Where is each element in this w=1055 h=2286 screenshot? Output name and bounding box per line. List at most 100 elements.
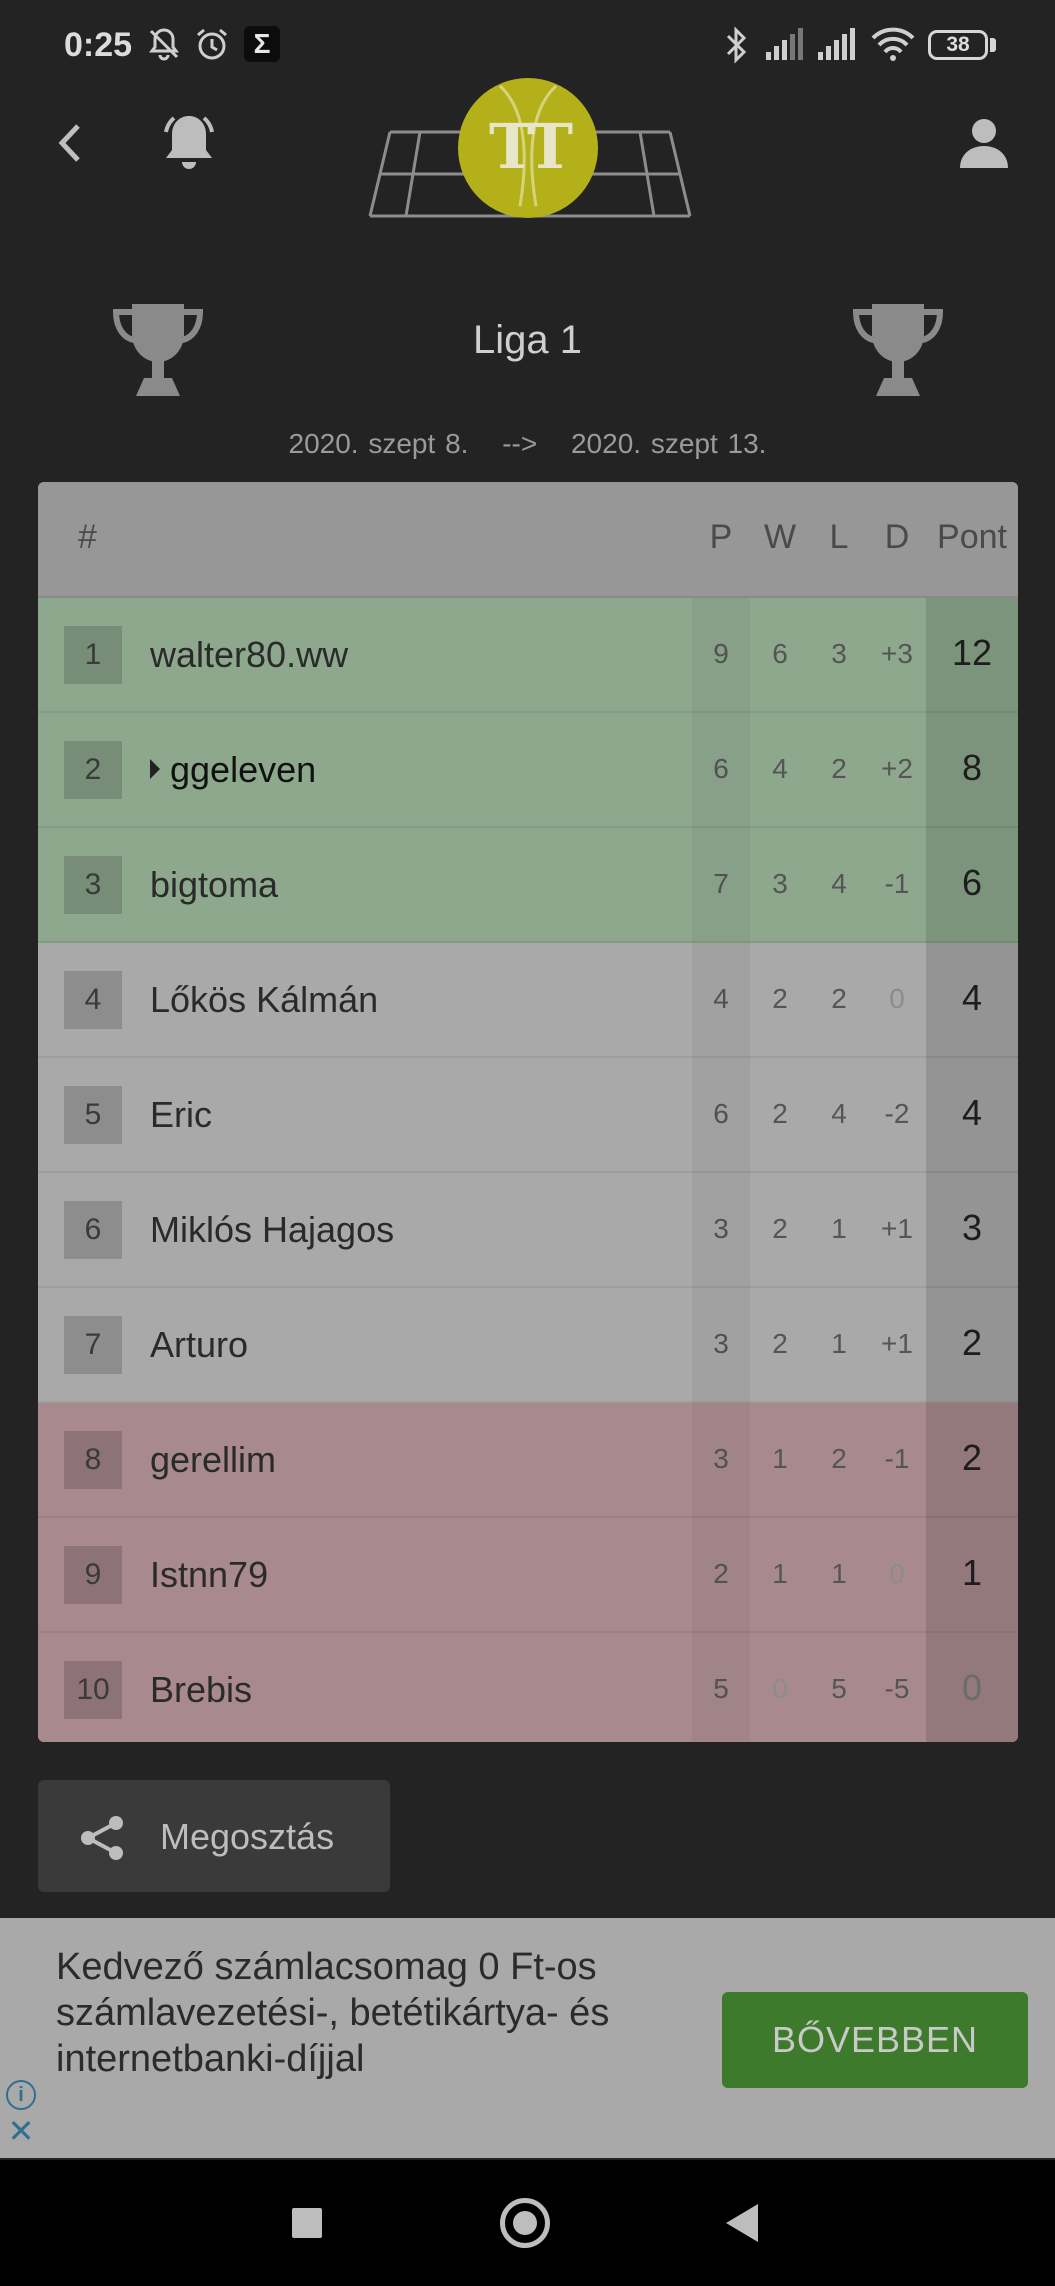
rank-badge: 9 — [64, 1546, 122, 1604]
ad-cta-button[interactable]: BŐVEBBEN — [722, 1992, 1028, 2088]
col-played-header: P — [709, 518, 733, 556]
player-name[interactable]: Lőkös Kálmán — [150, 979, 378, 1021]
player-name[interactable]: Brebis — [150, 1669, 252, 1711]
stat-d: +1 — [881, 1328, 913, 1359]
stat-w: 1 — [772, 1443, 788, 1474]
logo-text: TT — [488, 110, 573, 183]
stat-l: 2 — [831, 983, 847, 1014]
system-nav-bar — [0, 2160, 1055, 2286]
battery-level: 38 — [946, 33, 970, 56]
col-won-header: W — [763, 518, 797, 556]
table-row[interactable]: 10 Brebis 5 0 5 -5 0 — [38, 1633, 1018, 1742]
stat-w: 2 — [772, 1098, 788, 1129]
column-shade — [692, 598, 750, 1742]
rank-badge: 10 — [64, 1661, 122, 1719]
caret-right-icon — [150, 759, 160, 779]
date-arrow: --> — [502, 428, 538, 459]
table-row[interactable]: 5 Eric 6 2 4 -2 4 — [38, 1058, 1018, 1173]
table-row[interactable]: 4 Lőkös Kálmán 4 2 2 0 4 — [38, 943, 1018, 1058]
player-name[interactable]: bigtoma — [150, 864, 278, 906]
date-range: 2020. szept 8. --> 2020. szept 13. — [0, 428, 1055, 460]
stat-l: 5 — [831, 1673, 847, 1704]
back-arrow-icon[interactable] — [50, 118, 90, 168]
rank-badge: 4 — [64, 971, 122, 1029]
wifi-icon — [871, 27, 915, 61]
table-row[interactable]: 6 Miklós Hajagos 3 2 1 +1 3 — [38, 1173, 1018, 1288]
rank-badge: 1 — [64, 626, 122, 684]
ad-close-icon[interactable]: ✕ — [6, 2115, 36, 2147]
rank-badge: 5 — [64, 1086, 122, 1144]
ad-banner[interactable]: Kedvező számlacsomag 0 Ft-os számlavezet… — [0, 1918, 1055, 2158]
stat-w: 0 — [772, 1673, 788, 1704]
league-header: Liga 1 — [0, 300, 1055, 410]
stat-d: +2 — [881, 753, 913, 784]
share-icon — [81, 1816, 123, 1860]
player-name[interactable]: Eric — [150, 1094, 212, 1136]
player-name[interactable]: walter80.ww — [150, 634, 348, 676]
stat-d: 0 — [889, 1558, 905, 1589]
stat-l: 4 — [831, 868, 847, 899]
stat-l: 2 — [831, 753, 847, 784]
stat-w: 4 — [772, 753, 788, 784]
share-label: Megosztás — [160, 1816, 335, 1857]
stat-d: -5 — [884, 1673, 910, 1704]
stat-l: 2 — [831, 1443, 847, 1474]
share-button[interactable]: Megosztás — [38, 1780, 390, 1892]
rank-badge: 3 — [64, 856, 122, 914]
table-row[interactable]: 2 ggeleven 6 4 2 +2 8 — [38, 713, 1018, 828]
player-name[interactable]: ggeleven — [170, 749, 316, 791]
stat-l: 4 — [831, 1098, 847, 1129]
player-name[interactable]: Istnn79 — [150, 1554, 268, 1596]
stat-l: 1 — [831, 1328, 847, 1359]
standings-table: # P W L D Pont 1 walter80.ww 9 6 3 +3 1 2 2 ggele… — [38, 482, 1018, 1742]
signal-icon — [818, 28, 855, 60]
stat-w: 2 — [772, 1328, 788, 1359]
home-dot — [513, 2211, 537, 2235]
stat-d: -2 — [884, 1098, 910, 1129]
ad-info-icon[interactable]: i — [6, 2080, 36, 2110]
player-name[interactable]: Miklós Hajagos — [150, 1209, 394, 1251]
ad-text: Kedvező számlacsomag 0 Ft-os számlavezet… — [56, 1946, 610, 2080]
rank-badge: 8 — [64, 1431, 122, 1489]
table-row[interactable]: 7 Arturo 3 2 1 +1 2 — [38, 1288, 1018, 1403]
stat-w: 3 — [772, 868, 788, 899]
col-rank-header: # — [78, 518, 97, 556]
table-header: # P W L D Pont — [38, 482, 1018, 598]
col-lost-header: L — [829, 518, 849, 556]
stat-d: +1 — [881, 1213, 913, 1244]
date-start: 2020. szept 8. — [288, 428, 469, 459]
trophy-icon — [852, 304, 944, 396]
stat-w: 1 — [772, 1558, 788, 1589]
table-row[interactable]: 3 bigtoma 7 3 4 -1 6 — [38, 828, 1018, 943]
signal-icon — [766, 28, 803, 60]
home-button[interactable] — [500, 2198, 550, 2248]
sigma-icon: Σ — [244, 26, 280, 62]
stat-d: -1 — [884, 1443, 910, 1474]
recents-button[interactable] — [292, 2208, 322, 2238]
battery-tip — [990, 38, 996, 52]
stat-w: 6 — [772, 638, 788, 669]
table-row[interactable]: 8 gerellim 3 1 2 -1 2 — [38, 1403, 1018, 1518]
column-shade — [926, 598, 1018, 1742]
back-button[interactable] — [726, 2204, 758, 2242]
tennis-ball-logo[interactable]: TT — [360, 72, 700, 222]
user-icon[interactable] — [956, 114, 1012, 170]
stat-w: 2 — [772, 983, 788, 1014]
stat-l: 3 — [831, 638, 847, 669]
rank-badge: 2 — [64, 741, 122, 799]
player-name[interactable]: Arturo — [150, 1324, 248, 1366]
bell-icon[interactable] — [158, 110, 220, 176]
col-diff-header: D — [884, 518, 910, 556]
table-row[interactable]: 1 walter80.ww 9 6 3 +3 12 — [38, 598, 1018, 713]
status-time: 0:25 — [64, 26, 133, 64]
bluetooth-icon — [726, 26, 747, 64]
col-points-header: Pont — [937, 518, 1007, 556]
date-end: 2020. szept 13. — [570, 428, 767, 459]
rank-badge: 7 — [64, 1316, 122, 1374]
bell-off-icon — [149, 28, 179, 61]
stat-d: +3 — [881, 638, 913, 669]
stat-l: 1 — [831, 1558, 847, 1589]
stat-d: -1 — [884, 868, 910, 899]
table-row[interactable]: 9 Istnn79 2 1 1 0 1 — [38, 1518, 1018, 1633]
player-name[interactable]: gerellim — [150, 1439, 276, 1481]
